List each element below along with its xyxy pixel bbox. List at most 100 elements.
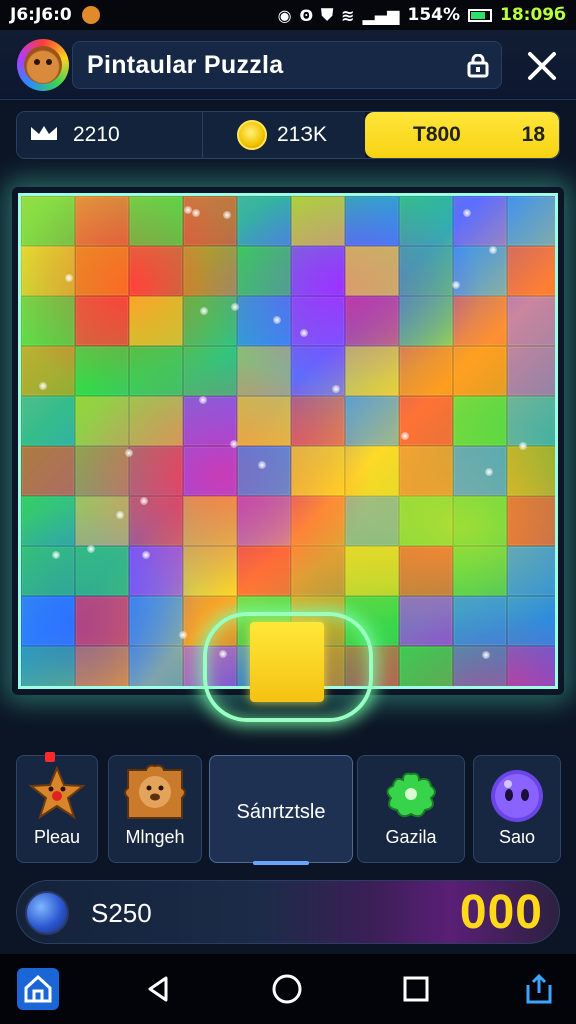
- tray-item-pleau[interactable]: Pleau: [16, 752, 98, 863]
- share-icon[interactable]: [518, 968, 560, 1010]
- puzzle-piece[interactable]: [129, 396, 183, 446]
- puzzle-piece[interactable]: [21, 596, 75, 646]
- circle-home-icon[interactable]: [266, 968, 308, 1010]
- home-icon[interactable]: [17, 968, 59, 1010]
- puzzle-piece[interactable]: [129, 246, 183, 296]
- back-icon[interactable]: [138, 968, 180, 1010]
- lock-icon[interactable]: [465, 53, 491, 79]
- puzzle-piece[interactable]: [291, 546, 345, 596]
- puzzle-piece[interactable]: [291, 246, 345, 296]
- puzzle-piece[interactable]: [453, 646, 507, 686]
- puzzle-piece[interactable]: [183, 446, 237, 496]
- puzzle-piece[interactable]: [237, 446, 291, 496]
- puzzle-piece[interactable]: [183, 396, 237, 446]
- puzzle-piece[interactable]: [183, 346, 237, 396]
- puzzle-piece[interactable]: [237, 346, 291, 396]
- puzzle-piece[interactable]: [183, 296, 237, 346]
- puzzle-piece[interactable]: [129, 446, 183, 496]
- puzzle-piece[interactable]: [399, 296, 453, 346]
- puzzle-piece[interactable]: [183, 546, 237, 596]
- puzzle-piece[interactable]: [453, 546, 507, 596]
- tray-item-gazila[interactable]: Gazila: [357, 755, 465, 863]
- puzzle-piece[interactable]: [345, 496, 399, 546]
- puzzle-piece[interactable]: [21, 546, 75, 596]
- puzzle-piece[interactable]: [507, 546, 555, 596]
- puzzle-piece[interactable]: [453, 396, 507, 446]
- tray-item-mlngeh[interactable]: Mlngeh: [108, 755, 202, 863]
- puzzle-piece[interactable]: [75, 646, 129, 686]
- puzzle-piece[interactable]: [453, 596, 507, 646]
- puzzle-piece[interactable]: [291, 446, 345, 496]
- tray-item-saio[interactable]: Saιo: [473, 755, 561, 863]
- puzzle-piece[interactable]: [507, 596, 555, 646]
- puzzle-piece[interactable]: [21, 446, 75, 496]
- puzzle-piece[interactable]: [291, 396, 345, 446]
- puzzle-piece[interactable]: [75, 196, 129, 246]
- puzzle-piece[interactable]: [453, 446, 507, 496]
- puzzle-piece[interactable]: [75, 596, 129, 646]
- bear-avatar-icon[interactable]: [17, 39, 69, 91]
- puzzle-piece[interactable]: [21, 196, 75, 246]
- puzzle-piece[interactable]: [507, 396, 555, 446]
- puzzle-piece[interactable]: [129, 346, 183, 396]
- puzzle-piece[interactable]: [75, 446, 129, 496]
- puzzle-piece[interactable]: [129, 296, 183, 346]
- puzzle-piece[interactable]: [129, 196, 183, 246]
- puzzle-piece[interactable]: [507, 446, 555, 496]
- puzzle-piece[interactable]: [75, 546, 129, 596]
- tray-item-active[interactable]: Sánrtztsle: [209, 755, 353, 865]
- puzzle-piece[interactable]: [75, 496, 129, 546]
- puzzle-piece[interactable]: [399, 546, 453, 596]
- puzzle-piece[interactable]: [129, 646, 183, 686]
- puzzle-piece[interactable]: [399, 196, 453, 246]
- selected-puzzle-piece[interactable]: [250, 622, 324, 702]
- highlight-stat-button[interactable]: T800 18: [365, 112, 559, 158]
- puzzle-piece[interactable]: [345, 546, 399, 596]
- puzzle-piece[interactable]: [345, 296, 399, 346]
- puzzle-piece[interactable]: [507, 646, 555, 686]
- globe-icon[interactable]: [25, 891, 69, 935]
- puzzle-piece[interactable]: [453, 246, 507, 296]
- puzzle-piece[interactable]: [399, 596, 453, 646]
- puzzle-piece[interactable]: [453, 196, 507, 246]
- puzzle-piece[interactable]: [237, 196, 291, 246]
- puzzle-piece[interactable]: [21, 346, 75, 396]
- puzzle-piece[interactable]: [21, 496, 75, 546]
- puzzle-piece[interactable]: [399, 496, 453, 546]
- puzzle-piece[interactable]: [75, 346, 129, 396]
- puzzle-piece[interactable]: [345, 446, 399, 496]
- puzzle-piece[interactable]: [399, 346, 453, 396]
- puzzle-piece[interactable]: [183, 496, 237, 546]
- puzzle-piece[interactable]: [237, 246, 291, 296]
- puzzle-piece[interactable]: [507, 496, 555, 546]
- puzzle-piece[interactable]: [21, 396, 75, 446]
- puzzle-piece[interactable]: [507, 346, 555, 396]
- puzzle-piece[interactable]: [345, 246, 399, 296]
- puzzle-piece[interactable]: [453, 496, 507, 546]
- puzzle-piece[interactable]: [291, 196, 345, 246]
- puzzle-piece[interactable]: [453, 296, 507, 346]
- puzzle-piece[interactable]: [75, 296, 129, 346]
- puzzle-piece[interactable]: [21, 246, 75, 296]
- puzzle-piece[interactable]: [75, 246, 129, 296]
- puzzle-piece[interactable]: [237, 296, 291, 346]
- puzzle-piece[interactable]: [237, 396, 291, 446]
- puzzle-piece[interactable]: [291, 296, 345, 346]
- puzzle-piece[interactable]: [21, 646, 75, 686]
- puzzle-piece[interactable]: [183, 246, 237, 296]
- puzzle-piece[interactable]: [399, 446, 453, 496]
- puzzle-piece[interactable]: [453, 346, 507, 396]
- puzzle-piece[interactable]: [183, 196, 237, 246]
- puzzle-piece[interactable]: [507, 296, 555, 346]
- puzzle-piece[interactable]: [75, 396, 129, 446]
- recents-icon[interactable]: [395, 968, 437, 1010]
- puzzle-piece[interactable]: [237, 546, 291, 596]
- close-icon[interactable]: [524, 48, 560, 84]
- puzzle-piece[interactable]: [129, 546, 183, 596]
- puzzle-piece[interactable]: [345, 346, 399, 396]
- puzzle-piece[interactable]: [291, 496, 345, 546]
- puzzle-piece[interactable]: [237, 496, 291, 546]
- puzzle-piece[interactable]: [399, 246, 453, 296]
- puzzle-piece[interactable]: [129, 596, 183, 646]
- puzzle-piece[interactable]: [345, 396, 399, 446]
